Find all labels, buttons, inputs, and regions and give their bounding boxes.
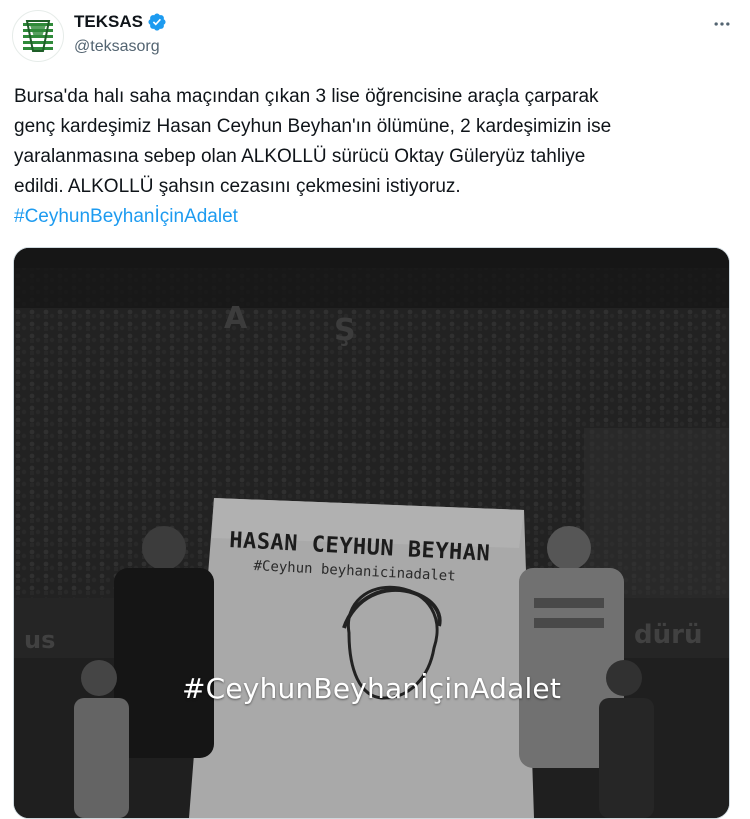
author-handle[interactable]: @teksasorg (74, 38, 160, 56)
tweet-text: Bursa'da halı saha maçından çıkan 3 lise… (14, 86, 612, 197)
hashtag-link[interactable]: #CeyhunBeyhanİçinAdalet (14, 203, 238, 231)
media-overlay-hashtag: #CeyhunBeyhanİçinAdalet (181, 672, 562, 705)
author-display-name[interactable]: TEKSAS (74, 12, 143, 32)
more-horizontal-icon[interactable] (710, 12, 734, 36)
stadium-photo: A Ş dürü us (14, 248, 729, 818)
tweet-media-image[interactable]: A Ş dürü us HASAN CEYHUN BEYHAN #Ceyhun … (13, 247, 730, 819)
tweet-card: TEKSAS @teksasorg Bursa'da halı saha maç… (0, 0, 750, 819)
avatar[interactable] (12, 10, 64, 62)
author-name-row[interactable]: TEKSAS (74, 12, 167, 32)
teksas-logo (14, 12, 62, 60)
verified-badge-icon (147, 12, 167, 32)
